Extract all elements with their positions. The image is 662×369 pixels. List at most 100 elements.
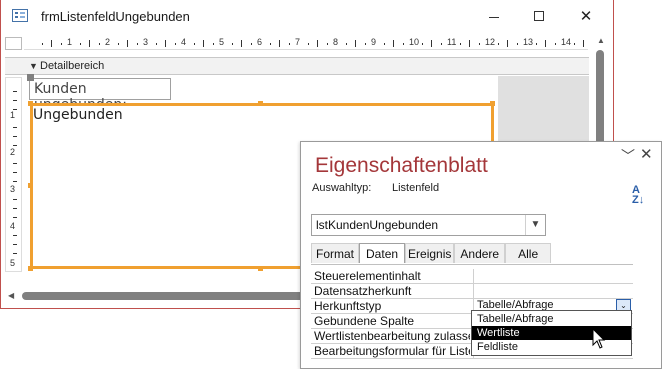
- resize-handle[interactable]: [28, 183, 33, 188]
- ruler-tick: [516, 43, 518, 45]
- ruler-number: 3: [10, 184, 16, 194]
- resize-handle[interactable]: [490, 101, 495, 106]
- minimize-icon: [489, 16, 499, 18]
- property-name: Bearbeitungsformular für Listenelemente: [314, 344, 470, 358]
- minimize-button[interactable]: [471, 0, 517, 32]
- horizontal-ruler[interactable]: 1 2 3 4 5 6 7 8 9 10 11 12 13 14: [24, 37, 588, 50]
- ruler-tick: [117, 43, 119, 45]
- ruler-tick: [155, 43, 157, 45]
- property-value[interactable]: [473, 269, 633, 283]
- dropdown-option[interactable]: Tabelle/Abfrage: [472, 312, 631, 326]
- tab-daten[interactable]: Daten: [359, 243, 406, 263]
- chevron-down-icon[interactable]: ﹀: [621, 146, 635, 166]
- ruler-tick: [41, 43, 43, 45]
- resize-handle[interactable]: [28, 101, 33, 106]
- ruler-tick: [13, 253, 17, 254]
- scroll-up-icon[interactable]: ▲: [597, 36, 605, 45]
- ruler-tick: [364, 43, 366, 45]
- close-icon[interactable]: ✕: [640, 145, 653, 163]
- ruler-tick: [231, 43, 233, 45]
- move-handle[interactable]: [27, 74, 34, 81]
- sort-az-icon[interactable]: A Z↓: [632, 185, 644, 206]
- ruler-tick: [79, 43, 81, 45]
- window-title: frmListenfeldUngebunden: [41, 9, 190, 24]
- ruler-tick: [13, 145, 17, 146]
- ruler-tick: [288, 43, 290, 45]
- ruler-number: 12: [485, 37, 496, 47]
- ruler-tick: [469, 40, 470, 47]
- ruler-tick: [127, 40, 128, 47]
- listbox-text: Ungebunden: [33, 107, 123, 123]
- tab-andere[interactable]: Andere: [454, 243, 506, 263]
- property-row[interactable]: Steuerelementinhalt: [311, 269, 633, 284]
- property-name: Herkunftstyp: [314, 299, 382, 313]
- ruler-number: 7: [295, 37, 301, 47]
- property-name: Datensatzherkunft: [314, 284, 412, 298]
- tab-format[interactable]: Format: [311, 243, 360, 263]
- ruler-number: 4: [10, 221, 16, 231]
- ruler-tick: [440, 43, 442, 45]
- form-icon: [12, 9, 28, 22]
- property-name: Gebundene Spalte: [314, 314, 415, 328]
- ruler-tick: [431, 40, 432, 47]
- maximize-button[interactable]: [516, 0, 562, 32]
- ruler-tick: [193, 43, 195, 45]
- ruler-tick: [317, 40, 318, 47]
- selection-type-label: Auswahltyp:: [312, 182, 372, 194]
- close-button[interactable]: ✕: [563, 0, 609, 32]
- ruler-number: 11: [447, 37, 457, 47]
- ruler-tick: [174, 43, 176, 45]
- resize-handle[interactable]: [258, 266, 263, 271]
- ruler-tick: [13, 217, 17, 218]
- mouse-cursor-icon: [592, 328, 606, 349]
- ruler-number: 8: [333, 37, 339, 47]
- ruler-tick: [51, 40, 52, 47]
- ruler-tick: [545, 40, 546, 47]
- ruler-tick: [402, 43, 404, 45]
- tab-alle[interactable]: Alle: [505, 243, 552, 263]
- ruler-number: 5: [219, 37, 225, 47]
- ruler-tick: [60, 43, 62, 45]
- resize-handle[interactable]: [28, 266, 33, 271]
- selection-type-value: Listenfeld: [392, 182, 440, 194]
- dropdown-option-selected[interactable]: Wertliste: [472, 326, 631, 340]
- property-value[interactable]: [473, 284, 633, 298]
- tab-ereignis[interactable]: Ereignis: [405, 243, 455, 263]
- vertical-ruler[interactable]: 1 2 3 4 5: [5, 77, 22, 272]
- ruler-tick: [307, 43, 309, 45]
- ruler-tick: [478, 43, 480, 45]
- ruler-tick: [241, 40, 242, 47]
- ruler-tick: [13, 100, 17, 101]
- ruler-tick: [421, 43, 423, 45]
- property-row[interactable]: Datensatzherkunft: [311, 284, 633, 299]
- ruler-tick: [583, 40, 584, 47]
- ruler-tick: [269, 43, 271, 45]
- control-selector[interactable]: lstKundenUngebunden: [311, 214, 546, 236]
- ruler-tick: [13, 91, 17, 92]
- section-label: Detailbereich: [40, 60, 105, 72]
- ruler-tick: [393, 40, 394, 47]
- ruler-tick: [459, 43, 461, 45]
- ruler-number: 1: [67, 37, 73, 47]
- ruler-number: 3: [143, 37, 149, 47]
- ruler-number: 2: [10, 147, 16, 157]
- ruler-tick: [279, 40, 280, 47]
- ruler-tick: [573, 43, 575, 45]
- dropdown-option[interactable]: Feldliste: [472, 340, 631, 354]
- chevron-down-icon[interactable]: ▼: [525, 215, 545, 235]
- resize-handle[interactable]: [258, 101, 263, 106]
- ruler-tick: [554, 43, 556, 45]
- scroll-left-icon[interactable]: ◀: [8, 291, 14, 300]
- label-control[interactable]: Kunden ungebunden:: [29, 78, 171, 113]
- ruler-number: 10: [409, 37, 420, 47]
- herkunftstyp-dropdown: Tabelle/Abfrage Wertliste Feldliste: [471, 310, 632, 356]
- ruler-tick: [383, 43, 385, 45]
- ruler-corner[interactable]: [5, 37, 22, 50]
- ruler-number: 6: [257, 37, 263, 47]
- property-name: Steuerelementinhalt: [314, 269, 421, 283]
- ruler-tick: [212, 43, 214, 45]
- ruler-number: 14: [561, 37, 572, 47]
- ruler-tick: [13, 163, 17, 164]
- ruler-tick: [165, 40, 166, 47]
- section-arrow-icon: ▼: [29, 61, 38, 71]
